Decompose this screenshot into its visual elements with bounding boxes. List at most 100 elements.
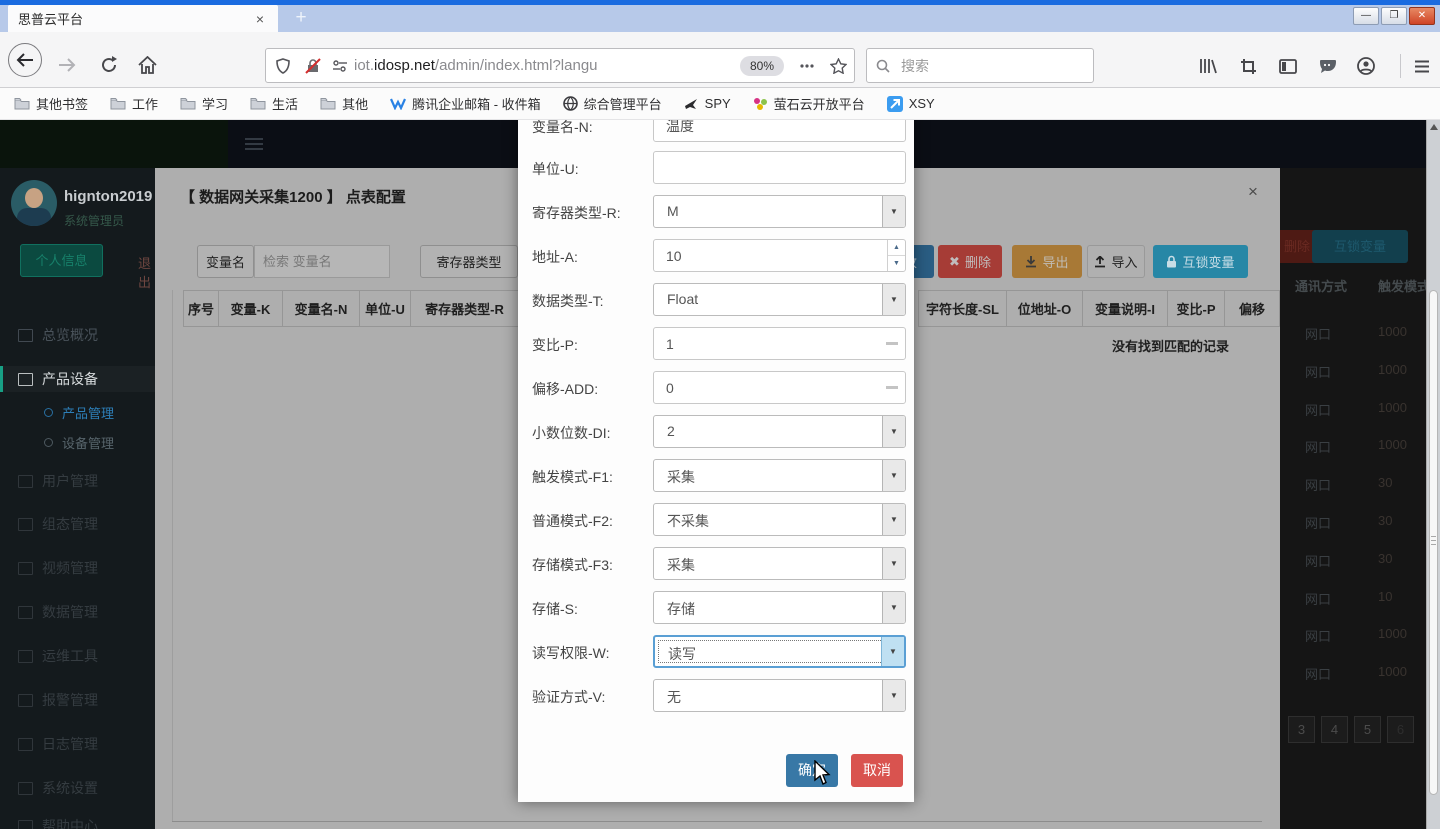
sidebar-item-组态管理[interactable]: 组态管理 xyxy=(0,511,155,537)
scrollbar-thumb[interactable] xyxy=(1429,290,1438,795)
sidebar-item-产品管理[interactable]: 产品管理 xyxy=(0,399,155,425)
minimize-button[interactable]: — xyxy=(1353,7,1379,25)
toolbar-divider xyxy=(1400,54,1401,78)
chevron-down-icon[interactable]: ▼ xyxy=(882,460,905,491)
bookmark-item[interactable]: 腾讯企业邮箱 - 收件箱 xyxy=(390,94,541,113)
chevron-down-icon[interactable]: ▼ xyxy=(882,680,905,711)
interlock-button[interactable]: 互锁变量 xyxy=(1153,245,1248,278)
variable-search-input[interactable] xyxy=(254,245,390,278)
decimals-select[interactable]: 2▼ xyxy=(653,415,906,448)
bookmark-star-icon[interactable] xyxy=(822,58,854,74)
column-header: 变量名-N xyxy=(282,290,359,327)
normal-mode-select[interactable]: 不采集▼ xyxy=(653,503,906,536)
forward-button[interactable] xyxy=(50,48,84,82)
sidebar-item-帮助中心[interactable]: 帮助中心 xyxy=(0,813,155,829)
insecure-lock-icon[interactable] xyxy=(300,58,326,74)
url-bar[interactable]: iot.idosp.net/admin/index.html?langu 80% xyxy=(265,48,855,83)
browser-tab[interactable]: 思普云平台 × xyxy=(8,5,278,32)
screenshot-icon[interactable] xyxy=(1233,52,1263,80)
back-button[interactable] xyxy=(8,43,42,77)
chevron-down-icon[interactable]: ▼ xyxy=(882,284,905,315)
sidebar-item-产品设备[interactable]: 产品设备 xyxy=(0,366,155,392)
reload-icon[interactable] xyxy=(92,48,126,82)
sidebar-item-报警管理[interactable]: 报警管理 xyxy=(0,687,155,713)
bookmark-item[interactable]: 综合管理平台 xyxy=(563,94,662,113)
scroll-up-icon[interactable] xyxy=(1430,124,1438,130)
sidebar-item-用户管理[interactable]: 用户管理 xyxy=(0,468,155,494)
filter-field-button[interactable]: 变量名 xyxy=(197,245,254,278)
chevron-down-icon[interactable]: ▼ xyxy=(882,592,905,623)
page-actions-icon[interactable] xyxy=(792,64,822,68)
cancel-button[interactable]: 取消 xyxy=(851,754,903,787)
chevron-down-icon[interactable]: ▼ xyxy=(882,548,905,579)
pagination-button[interactable]: 3 xyxy=(1288,716,1315,743)
trigger-mode-select[interactable]: 采集▼ xyxy=(653,459,906,492)
bookmark-item[interactable]: XSY xyxy=(887,96,935,112)
tab-close-icon[interactable]: × xyxy=(252,10,268,28)
chevron-down-icon[interactable]: ▼ xyxy=(881,637,904,666)
number-spinner[interactable]: ▲▼ xyxy=(887,240,905,271)
register-type-select[interactable]: M▼ xyxy=(653,195,906,228)
new-tab-button[interactable]: + xyxy=(286,8,316,30)
pocket-icon[interactable] xyxy=(1313,52,1343,80)
ratio-input[interactable] xyxy=(653,327,906,360)
base-interlock-button[interactable]: 互锁变量 xyxy=(1312,230,1408,263)
close-icon[interactable]: × xyxy=(1248,182,1258,202)
pagination-button[interactable]: 6 xyxy=(1387,716,1414,743)
form-row: 验证方式-V:无▼ xyxy=(518,679,914,712)
bookmark-item[interactable]: 其他 xyxy=(320,94,368,113)
users-icon xyxy=(18,475,33,488)
filter-type-button[interactable]: 寄存器类型 xyxy=(420,245,518,278)
url-text[interactable]: iot.idosp.net/admin/index.html?langu xyxy=(354,57,732,74)
offset-input[interactable] xyxy=(653,371,906,404)
bookmark-item[interactable]: SPY xyxy=(684,96,731,111)
sidebars-icon[interactable] xyxy=(1273,52,1303,80)
pagination-button[interactable]: 5 xyxy=(1354,716,1381,743)
shield-icon[interactable] xyxy=(266,58,300,74)
offset-field xyxy=(653,371,906,404)
sidebar-item-系统设置[interactable]: 系统设置 xyxy=(0,775,155,801)
sidebar-item-视频管理[interactable]: 视频管理 xyxy=(0,555,155,581)
bookmark-item[interactable]: 学习 xyxy=(180,94,228,113)
sidebar-item-运维工具[interactable]: 运维工具 xyxy=(0,643,155,669)
cell-value: 1000 xyxy=(1378,626,1407,641)
bookmark-item[interactable]: 工作 xyxy=(110,94,158,113)
restore-button[interactable]: ❐ xyxy=(1381,7,1407,25)
library-icon[interactable] xyxy=(1193,52,1223,80)
rw-permission-select[interactable]: 读写▼ xyxy=(653,635,906,668)
menu-icon[interactable] xyxy=(1408,52,1436,80)
chevron-down-icon[interactable]: ▼ xyxy=(882,416,905,447)
bookmark-item[interactable]: 生活 xyxy=(250,94,298,113)
sidebar-item-数据管理[interactable]: 数据管理 xyxy=(0,599,155,625)
search-bar[interactable] xyxy=(866,48,1094,83)
import-button[interactable]: 导入 xyxy=(1087,245,1145,278)
select-value: 采集 xyxy=(667,555,695,575)
address-input[interactable] xyxy=(653,239,906,272)
profile-button[interactable]: 个人信息 xyxy=(20,244,103,277)
storage-select[interactable]: 存储▼ xyxy=(653,591,906,624)
chevron-down-icon[interactable]: ▼ xyxy=(882,504,905,535)
field-label-rw-permission: 读写权限-W: xyxy=(532,643,610,663)
unit-input[interactable] xyxy=(653,151,906,184)
bookmark-item[interactable]: 其他书签 xyxy=(14,94,88,113)
pagination-button[interactable]: 4 xyxy=(1321,716,1348,743)
verify-mode-select[interactable]: 无▼ xyxy=(653,679,906,712)
chevron-down-icon[interactable]: ▼ xyxy=(882,196,905,227)
sidebar-item-总览概况[interactable]: 总览概况 xyxy=(0,322,155,348)
avatar[interactable] xyxy=(11,180,57,226)
delete-button[interactable]: ✖删除 xyxy=(938,245,1002,278)
account-icon[interactable] xyxy=(1351,52,1381,80)
window-close-button[interactable]: ✕ xyxy=(1409,7,1435,25)
permissions-icon[interactable] xyxy=(326,60,354,72)
page-scrollbar[interactable] xyxy=(1426,120,1440,829)
export-button[interactable]: 导出 xyxy=(1012,245,1082,278)
sidebar-item-日志管理[interactable]: 日志管理 xyxy=(0,731,155,757)
zoom-level-badge[interactable]: 80% xyxy=(740,56,784,76)
sidebar-item-设备管理[interactable]: 设备管理 xyxy=(0,429,155,455)
search-input[interactable] xyxy=(899,57,1093,75)
storage-mode-select[interactable]: 采集 ▼ xyxy=(653,547,906,580)
logout-link[interactable]: 退出 xyxy=(138,253,155,291)
bookmark-item[interactable]: 萤石云开放平台 xyxy=(753,94,865,113)
data-type-select[interactable]: Float▼ xyxy=(653,283,906,316)
home-icon[interactable] xyxy=(130,48,164,82)
